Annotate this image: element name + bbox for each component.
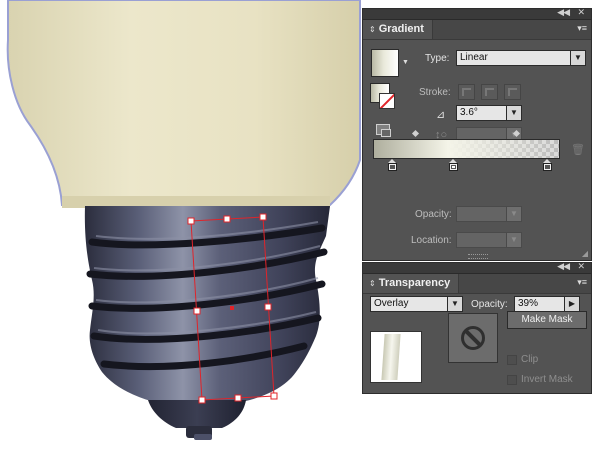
panel-title-bar[interactable]: ◀◀ ✕ — [363, 7, 591, 20]
gradient-thumbnail[interactable] — [371, 49, 399, 77]
selection-handle[interactable] — [198, 396, 206, 404]
panel-grip[interactable] — [468, 254, 488, 259]
selection-handle[interactable] — [187, 217, 195, 225]
gradient-stop[interactable] — [449, 159, 458, 171]
close-icon[interactable]: ✕ — [577, 7, 585, 18]
close-icon[interactable]: ✕ — [577, 261, 585, 272]
angle-value: 3.6° — [460, 107, 478, 118]
stroke-along-button[interactable] — [481, 84, 498, 100]
tab-gradient[interactable]: ⇕ Gradient — [363, 20, 433, 39]
selection-handle[interactable] — [234, 394, 242, 402]
chevron-down-icon: ▼ — [506, 233, 521, 247]
transparency-panel: ◀◀ ✕ ⇕ Transparency ▾≡ Overlay ▼ Opacity:… — [362, 261, 592, 394]
transparency-tab-row: ⇕ Transparency ▾≡ — [363, 274, 591, 294]
mask-thumbnail[interactable] — [448, 313, 498, 363]
fill-stroke-icon[interactable] — [370, 83, 396, 111]
invert-mask-checkbox[interactable] — [507, 375, 517, 385]
make-mask-button[interactable]: Make Mask — [507, 311, 587, 329]
chevron-down-icon: ▼ — [506, 207, 521, 221]
panel-title-bar[interactable]: ◀◀ ✕ — [363, 261, 591, 274]
blend-mode-dropdown[interactable]: Overlay ▼ — [370, 296, 463, 312]
resize-icon[interactable]: ◢ — [582, 249, 588, 258]
panel-menu-icon[interactable]: ▾≡ — [577, 277, 587, 288]
selection-center-point — [230, 306, 234, 310]
stroke-across-button[interactable] — [504, 84, 521, 100]
gradient-stop[interactable] — [543, 159, 552, 171]
gradient-thumbnail-dropdown-icon[interactable]: ▼ — [402, 59, 409, 66]
selection-handle[interactable] — [223, 215, 231, 223]
selection-handle[interactable] — [259, 213, 267, 221]
stroke-within-button[interactable] — [458, 84, 475, 100]
chevron-right-icon[interactable]: ▶ — [564, 297, 579, 311]
trash-icon[interactable]: 🗑 — [571, 143, 585, 156]
bulb-contact-tip — [148, 400, 246, 428]
angle-input[interactable]: 3.6° ▼ — [456, 105, 522, 121]
no-mask-icon — [461, 326, 485, 350]
gradient-slider[interactable] — [373, 139, 560, 159]
location-label: Location: — [411, 235, 452, 246]
reverse-gradient-icon[interactable] — [376, 124, 392, 138]
panel-menu-icon[interactable]: ▾≡ — [577, 23, 587, 34]
selection-handle[interactable] — [264, 303, 272, 311]
clip-checkbox[interactable] — [507, 355, 517, 365]
gradient-stop[interactable] — [388, 159, 397, 171]
chevron-down-icon: ▼ — [447, 297, 462, 311]
collapse-icon[interactable]: ◀◀ — [557, 261, 570, 272]
midpoint-diamond[interactable] — [411, 129, 420, 138]
gradient-panel: ◀◀ ✕ ⇕ Gradient ▾≡ ▼ Type: Linear ▼ Strok… — [362, 7, 592, 261]
opacity-input[interactable]: 39% ▶ — [514, 296, 580, 312]
opacity-value: 39% — [518, 298, 539, 309]
selection-handle[interactable] — [270, 392, 278, 400]
clip-label: Clip — [521, 354, 539, 365]
stroke-label: Stroke: — [419, 87, 451, 98]
invert-mask-label: Invert Mask — [521, 374, 573, 385]
stop-location-input[interactable]: ▼ — [456, 232, 522, 248]
tab-transparency[interactable]: ⇕ Transparency — [363, 274, 460, 293]
stop-opacity-input[interactable]: ▼ — [456, 206, 522, 222]
blend-mode-value: Overlay — [374, 298, 409, 309]
type-label: Type: — [425, 53, 450, 64]
angle-icon: ⊿ — [436, 109, 446, 121]
gradient-tab-row: ⇕ Gradient ▾≡ — [363, 20, 591, 40]
collapse-icon[interactable]: ◀◀ — [557, 7, 570, 18]
object-thumbnail[interactable] — [370, 331, 422, 383]
updown-icon: ⇕ — [369, 25, 376, 34]
type-dropdown[interactable]: Linear ▼ — [456, 50, 586, 66]
chevron-down-icon[interactable]: ▼ — [506, 106, 521, 120]
selection-handle[interactable] — [193, 307, 201, 315]
bulb-glass — [6, 0, 361, 206]
chevron-down-icon: ▼ — [570, 51, 585, 65]
opacity-label: Opacity: — [415, 209, 452, 220]
opacity-label: Opacity: — [471, 299, 508, 310]
type-value: Linear — [460, 52, 488, 63]
updown-icon: ⇕ — [369, 279, 376, 288]
